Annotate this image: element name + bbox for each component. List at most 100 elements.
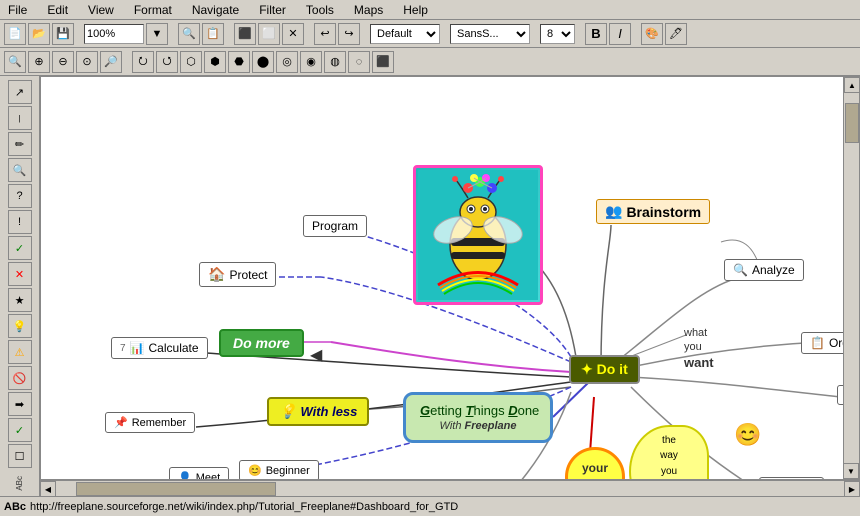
bee-image-box <box>413 165 543 305</box>
sidebar-btn11[interactable]: ⚠ <box>8 340 32 364</box>
icon3[interactable]: ⬛ <box>234 23 256 45</box>
sidebar-btn9[interactable]: ★ <box>8 288 32 312</box>
node-yourway[interactable]: yourway <box>565 447 625 480</box>
scroll-right-arrow[interactable]: ▶ <box>844 481 860 497</box>
save-button[interactable]: 💾 <box>52 23 74 45</box>
sidebar-label-abc: ABc <box>13 474 26 493</box>
scroll-up-arrow[interactable]: ▲ <box>844 77 860 93</box>
write-box: 📝 Write <box>759 477 824 480</box>
sidebar-btn7[interactable]: ✓ <box>8 236 32 260</box>
node-cloud[interactable]: thewayyouwantit <box>629 425 709 480</box>
scroll-track-v <box>844 93 859 463</box>
canvas-area[interactable]: Program 🏠 Protect <box>40 76 860 480</box>
node-withless[interactable]: 💡 With less <box>267 397 369 426</box>
node-program[interactable]: Program <box>303 215 367 237</box>
tb2-btn11[interactable]: ⬤ <box>252 51 274 73</box>
color-button[interactable]: 🎨 <box>641 23 663 45</box>
scroll-thumb-h[interactable] <box>76 482 276 496</box>
sidebar-btn12[interactable]: 🚫 <box>8 366 32 390</box>
beginner-box: 😊 Beginner <box>239 460 319 480</box>
sidebar-btn14[interactable]: ✓ <box>8 418 32 442</box>
gtd-title: Getting Things Done <box>420 403 536 418</box>
icon4[interactable]: ⬜ <box>258 23 280 45</box>
tb2-btn5[interactable]: 🔎 <box>100 51 122 73</box>
sidebar-btn15[interactable]: ☐ <box>8 444 32 468</box>
sidebar-btn4[interactable]: 🔍 <box>8 158 32 182</box>
tb2-btn16[interactable]: ⬛ <box>372 51 394 73</box>
node-calculate[interactable]: 7 📊 Calculate <box>111 337 208 359</box>
node-brainstorm[interactable]: 👥 Brainstorm <box>596 199 710 224</box>
icon2[interactable]: 📋 <box>202 23 224 45</box>
node-bee-image[interactable] <box>413 165 543 305</box>
tb2-btn13[interactable]: ◉ <box>300 51 322 73</box>
node-write[interactable]: 📝 Write <box>759 477 824 480</box>
sidebar-btn1[interactable]: ↗ <box>8 80 32 104</box>
node-gtd[interactable]: Getting Things Done With Freeplane <box>403 392 553 443</box>
tb2-btn4[interactable]: ⊙ <box>76 51 98 73</box>
scroll-thumb-v[interactable] <box>845 103 859 143</box>
sidebar-btn13[interactable]: ➡ <box>8 392 32 416</box>
menu-maps[interactable]: Maps <box>350 1 387 19</box>
tb2-btn3[interactable]: ⊖ <box>52 51 74 73</box>
menu-filter[interactable]: Filter <box>255 1 290 19</box>
sidebar-btn6[interactable]: ! <box>8 210 32 234</box>
open-button[interactable]: 📂 <box>28 23 50 45</box>
sidebar-btn3[interactable]: ✏ <box>8 132 32 156</box>
sidebar-btn10[interactable]: 💡 <box>8 314 32 338</box>
tb2-btn15[interactable]: ◌ <box>348 51 370 73</box>
menu-format[interactable]: Format <box>130 1 176 19</box>
zoom-input[interactable] <box>84 24 144 44</box>
font-select[interactable]: SansS... <box>450 24 530 44</box>
sidebar-btn5[interactable]: ? <box>8 184 32 208</box>
tb2-btn1[interactable]: 🔍 <box>4 51 26 73</box>
icon1[interactable]: 🔍 <box>178 23 200 45</box>
node-meet[interactable]: 👤 Meet <box>169 467 229 480</box>
scroll-left-arrow[interactable]: ◀ <box>40 481 56 497</box>
node-protect[interactable]: 🏠 Protect <box>199 262 276 287</box>
main-area: ↗ | ✏ 🔍 ? ! ✓ ✕ ★ 💡 ⚠ 🚫 ➡ ✓ ☐ ABc <box>0 76 860 496</box>
tb2-btn12[interactable]: ◎ <box>276 51 298 73</box>
bold-button[interactable]: B <box>585 23 607 45</box>
style-select[interactable]: Default <box>370 24 440 44</box>
zoom-dropdown[interactable]: ▼ <box>146 23 168 45</box>
horizontal-scrollbar[interactable]: ◀ ▶ <box>40 480 860 496</box>
menu-navigate[interactable]: Navigate <box>188 1 243 19</box>
node-want: want <box>684 355 714 370</box>
node-remember[interactable]: 📌 Remember <box>105 412 195 433</box>
sidebar-btn2[interactable]: | <box>8 106 32 130</box>
sidebar-btn8[interactable]: ✕ <box>8 262 32 286</box>
tb2-btn10[interactable]: ⬣ <box>228 51 250 73</box>
tb2-btn9[interactable]: ⬢ <box>204 51 226 73</box>
node-analyze[interactable]: 🔍 Analyze <box>724 259 804 281</box>
menu-edit[interactable]: Edit <box>43 1 72 19</box>
status-bar: ABc http://freeplane.sourceforge.net/wik… <box>0 496 860 516</box>
menu-help[interactable]: Help <box>399 1 432 19</box>
tb2-btn8[interactable]: ⬡ <box>180 51 202 73</box>
status-abc: ABc <box>4 501 26 513</box>
yourway-box: yourway <box>565 447 625 480</box>
tb2-btn2[interactable]: ⊕ <box>28 51 50 73</box>
node-doit[interactable]: Do it <box>569 355 640 384</box>
menu-view[interactable]: View <box>84 1 118 19</box>
vertical-scrollbar[interactable]: ▲ ▼ <box>843 77 859 479</box>
node-domore[interactable]: Do more <box>219 329 304 357</box>
italic-button[interactable]: I <box>609 23 631 45</box>
gtd-box: Getting Things Done With Freeplane <box>403 392 553 443</box>
menu-tools[interactable]: Tools <box>302 1 338 19</box>
new-button[interactable]: 📄 <box>4 23 26 45</box>
scroll-down-arrow[interactable]: ▼ <box>843 463 859 479</box>
tb2-btn14[interactable]: ◍ <box>324 51 346 73</box>
cloud-box: thewayyouwantit <box>629 425 709 480</box>
tb2-btn7[interactable]: ⭯ <box>156 51 178 73</box>
tb2-btn6[interactable]: ⭮ <box>132 51 154 73</box>
scroll-track-h <box>56 481 844 496</box>
node-what: what <box>684 327 707 339</box>
node-beginner[interactable]: 😊 Beginner <box>239 460 319 480</box>
menu-file[interactable]: File <box>4 1 31 19</box>
undo-button[interactable]: ↩ <box>314 23 336 45</box>
icon5[interactable]: ✕ <box>282 23 304 45</box>
fontsize-select[interactable]: 8 <box>540 24 575 44</box>
redo-button[interactable]: ↪ <box>338 23 360 45</box>
domore-label: Do more <box>233 335 290 351</box>
bg-color-button[interactable]: 🖊 <box>665 23 687 45</box>
